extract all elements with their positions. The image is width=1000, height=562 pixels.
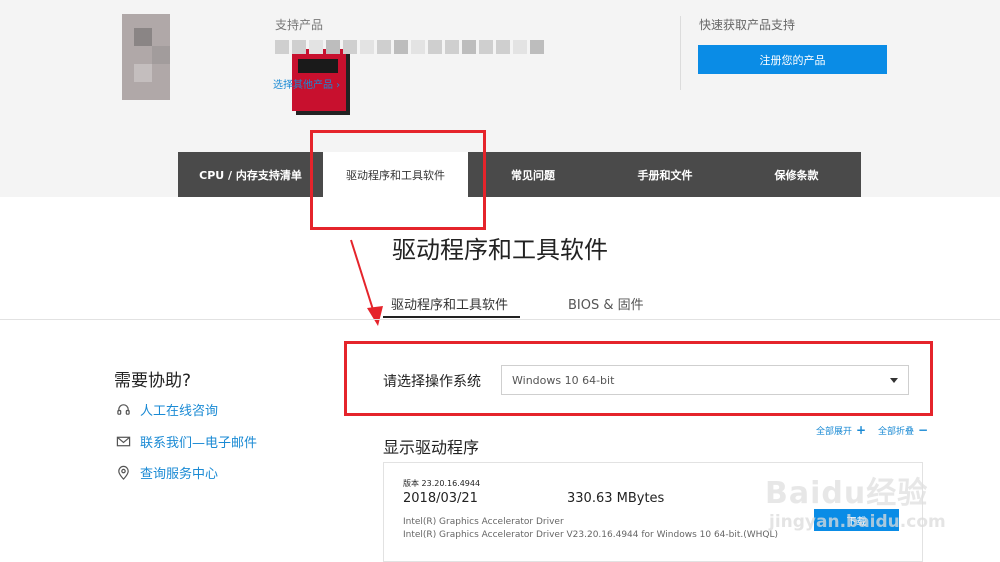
help-online-chat-link[interactable]: 人工在线咨询: [116, 400, 218, 419]
driver-size: 330.63 MBytes: [567, 491, 665, 506]
watermark-text: Baidu经验: [765, 476, 929, 511]
subtab-active-indicator: [383, 316, 520, 318]
help-email-label: 联系我们—电子邮件: [140, 436, 258, 451]
help-service-center-link[interactable]: 查询服务中心: [116, 463, 218, 482]
headset-icon: [117, 404, 130, 415]
expand-all-link[interactable]: 全部展开 +: [816, 423, 866, 437]
subtab-drivers[interactable]: 驱动程序和工具软件: [391, 294, 508, 313]
drivers-section-title: 显示驱动程序: [383, 438, 480, 457]
driver-date: 2018/03/21: [403, 491, 478, 506]
tab-manuals[interactable]: 手册和文件: [598, 152, 732, 197]
mail-icon: [116, 436, 131, 447]
register-product-button[interactable]: 注册您的产品: [698, 45, 887, 74]
tab-warranty[interactable]: 保修条款: [732, 152, 861, 197]
section-divider: [0, 319, 1000, 320]
choose-other-product-link[interactable]: 选择其他产品 ›: [273, 76, 340, 91]
product-image: [122, 14, 346, 111]
help-online-chat-label: 人工在线咨询: [140, 404, 219, 419]
subtab-bios-firmware[interactable]: BIOS & 固件: [568, 294, 644, 313]
tab-cpu-memory-list[interactable]: CPU / 内存支持清单: [178, 152, 323, 197]
support-product-label: 支持产品: [275, 18, 324, 32]
baidu-watermark: Baidu经验 jingyan.baidu.com: [765, 448, 955, 543]
plus-icon: +: [856, 423, 867, 437]
quick-support-label: 快速获取产品支持: [699, 18, 796, 32]
driver-name: Intel(R) Graphics Accelerator Driver: [403, 517, 564, 527]
os-select-dropdown[interactable]: Windows 10 64-bit: [501, 365, 909, 395]
os-selected-value: Windows 10 64-bit: [512, 373, 615, 387]
location-pin-icon: [118, 465, 129, 480]
collapse-all-link[interactable]: 全部折叠 −: [878, 423, 928, 437]
help-service-center-label: 查询服务中心: [140, 467, 219, 482]
driver-description: Intel(R) Graphics Accelerator Driver V23…: [403, 530, 779, 540]
page-title: 驱动程序和工具软件: [392, 236, 608, 264]
help-email-link[interactable]: 联系我们—电子邮件: [116, 432, 257, 451]
annotation-highlight-tab: [310, 130, 486, 230]
watermark-url: jingyan.baidu.com: [769, 512, 946, 532]
minus-icon: −: [918, 423, 929, 437]
tab-faq[interactable]: 常见问题: [468, 152, 598, 197]
os-select-label: 请选择操作系统: [383, 374, 481, 390]
collapse-all-label: 全部折叠: [878, 426, 915, 437]
expand-all-label: 全部展开: [816, 426, 853, 437]
driver-version: 版本 23.20.16.4944: [403, 479, 481, 488]
product-name-blurred: [275, 40, 544, 54]
help-title: 需要协助?: [114, 371, 192, 391]
header-divider: [680, 16, 681, 90]
support-tabs: CPU / 内存支持清单 驱动程序和工具软件 常见问题 手册和文件 保修条款: [178, 152, 861, 197]
chevron-down-icon: [890, 378, 898, 383]
